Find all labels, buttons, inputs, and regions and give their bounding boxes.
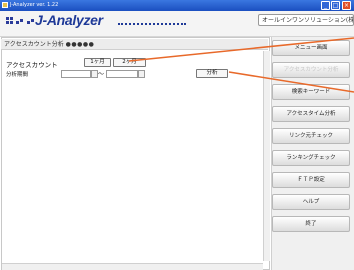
menu-button-help[interactable]: ヘルプ (272, 194, 350, 210)
menu-button-referrer-check[interactable]: リンク元チェック (272, 128, 350, 144)
two-month-button[interactable]: 2ヶ月 (113, 58, 146, 67)
app-icon (2, 2, 8, 8)
period-label: 分析期間 (6, 72, 29, 78)
logo-text: J-Analyzer (35, 12, 103, 28)
panel-title-dots: ●●●●● (65, 41, 95, 48)
maximize-button[interactable]: □ (331, 1, 340, 10)
menu-button-ftp-settings[interactable]: ＦＴＰ設定 (272, 172, 350, 188)
logo-dots (118, 23, 186, 27)
start-date-picker-button[interactable] (91, 70, 98, 78)
start-date-field[interactable] (61, 70, 91, 78)
access-count-label: アクセスカウント (6, 61, 58, 69)
analyze-button[interactable]: 分析 (196, 69, 228, 78)
end-date-field[interactable] (106, 70, 138, 78)
horizontal-scrollbar[interactable] (2, 263, 263, 270)
menu-button-access-count[interactable]: アクセスカウント分析 (272, 62, 350, 78)
panel-title: アクセスカウント分析 ●●●●● (1, 39, 268, 50)
close-button[interactable]: × (342, 1, 351, 10)
menu-button-search-keyword[interactable]: 検索キーワード (272, 84, 350, 100)
minimize-button[interactable]: _ (321, 1, 330, 10)
one-month-button[interactable]: 1ヶ月 (84, 58, 111, 67)
window-title: J-Analyzer ver. 1.22 (10, 2, 59, 8)
panel-title-text: アクセスカウント分析 (4, 41, 64, 48)
end-date-picker-button[interactable] (138, 70, 145, 78)
menu-button-main[interactable]: メニュー画面 (272, 40, 350, 56)
logo-icon (6, 16, 34, 26)
menu-button-access-time[interactable]: アクセスタイム分析 (272, 106, 350, 122)
vendor-label: オールインワンソリューション(株) (258, 14, 354, 26)
menu-button-exit[interactable]: 終了 (272, 216, 350, 232)
app-window: J-Analyzer ver. 1.22 _ □ × J-Analyzer オー… (0, 0, 354, 270)
menu-button-ranking-check[interactable]: ランキングチェック (272, 150, 350, 166)
vertical-scrollbar[interactable] (263, 51, 270, 261)
range-separator: ～ (98, 71, 105, 78)
title-bar: J-Analyzer ver. 1.22 _ □ × (0, 0, 354, 11)
